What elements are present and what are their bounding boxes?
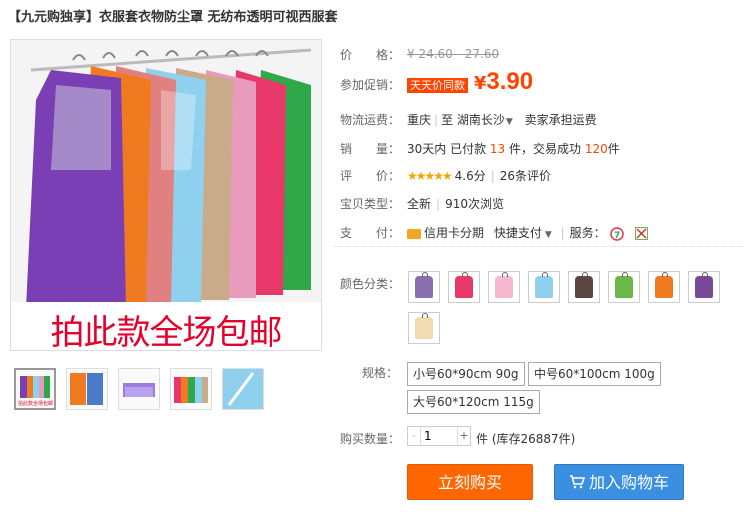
garment-bag-icon [575, 272, 593, 298]
active-thumbnail-indicator [34, 368, 46, 369]
promotion-label: 参加促销： [340, 78, 401, 92]
quantity-input[interactable] [422, 427, 460, 445]
thumbnail-4[interactable] [170, 368, 212, 410]
credit-card-icon [407, 228, 421, 239]
color-swatch[interactable] [688, 271, 720, 303]
view-count: 910次浏览 [445, 197, 504, 211]
service-label: 服务： [569, 226, 606, 240]
quantity-stepper: - + [407, 426, 471, 446]
cart-icon [569, 475, 586, 489]
color-swatch[interactable] [528, 271, 560, 303]
add-to-cart-label: 加入购物车 [588, 473, 669, 492]
buy-now-button[interactable]: 立刻购买 [407, 464, 533, 500]
review-count-link[interactable]: 26条评价 [500, 169, 551, 183]
garment-bags-illustration [11, 40, 321, 350]
size-option-small[interactable]: 小号60*90cm 90g [407, 362, 525, 386]
color-swatch[interactable] [648, 271, 680, 303]
shipping-fee: 卖家承担运费 [524, 113, 597, 127]
product-title: 【九元购独享】衣服套衣物防尘罩 无纺布透明可视西服套 [8, 10, 338, 25]
quick-pay[interactable]: 快捷支付 [494, 226, 542, 240]
thumbnail-1[interactable]: 拍此款全场包邮 [14, 368, 56, 410]
rating-row: ★★★★★ 4.6分 | 26条评价 [407, 169, 552, 183]
garment-bag-icon [655, 272, 673, 298]
thumbnail-3[interactable] [118, 368, 160, 410]
ship-to-prefix: 至 [441, 113, 454, 127]
quantity-label: 购买数量： [340, 432, 401, 446]
garment-bag-icon [415, 313, 433, 339]
quantity-increase-button[interactable]: + [457, 427, 470, 445]
add-to-cart-button[interactable]: 加入购物车 [554, 464, 684, 500]
size-label: 规格： [362, 366, 399, 380]
color-swatch[interactable] [568, 271, 600, 303]
thumbnail-2[interactable] [66, 368, 108, 410]
size-option-medium[interactable]: 中号60*100cm 100g [528, 362, 661, 386]
quantity-decrease-button[interactable]: - [408, 427, 421, 445]
garment-bag-icon [415, 272, 433, 298]
promotion-tag: 天天价同款 [407, 78, 468, 93]
garment-bag-icon [495, 272, 513, 298]
sales-label: 销 量： [340, 142, 401, 156]
svg-text:7: 7 [614, 231, 620, 241]
garment-bag-icon [695, 272, 713, 298]
shipping-row: 重庆 | 至 湖南长沙▼ 卖家承担运费 [407, 113, 597, 127]
guarantee-icon[interactable] [635, 227, 649, 240]
rating-label: 评 价： [340, 169, 401, 183]
seven-day-return-icon[interactable]: 7 [609, 226, 624, 241]
payment-label: 支 付： [340, 226, 401, 240]
credit-installment[interactable]: 信用卡分期 [424, 226, 484, 240]
sales-unit-suffix: 件 [607, 142, 620, 156]
color-swatch[interactable] [488, 271, 520, 303]
sales-prefix: 30天内 已付款 [407, 142, 487, 156]
garment-bag-icon [535, 272, 553, 298]
garment-bag-icon [455, 272, 473, 298]
sales-row: 30天内 已付款 13 件，交易成功 120件 [407, 140, 620, 157]
shipping-label: 物流运费： [340, 113, 401, 127]
color-swatch[interactable] [408, 271, 440, 303]
ship-to-location[interactable]: 湖南长沙 [457, 113, 505, 127]
promotion-row: 天天价同款 ¥3.90 [407, 68, 533, 96]
section-divider [333, 246, 744, 247]
condition-row: 全新 | 910次浏览 [407, 197, 504, 211]
thumbnail-1-promo-text: 拍此款全场包邮 [18, 401, 54, 407]
rating-score: 4.6分 [454, 169, 486, 183]
sales-unit-text: 件，交易成功 [509, 142, 582, 156]
main-image-promo-text: 拍此款全场包邮 [50, 313, 283, 351]
main-product-image[interactable]: 拍此款全场包邮 [10, 39, 322, 351]
condition-label: 宝贝类型： [340, 197, 401, 211]
sales-success-count: 120 [584, 142, 608, 156]
color-label: 颜色分类： [340, 277, 401, 291]
payment-row: 信用卡分期 快捷支付 ▼ | 服务： 7 [407, 224, 649, 241]
sales-paid-count: 13 [489, 142, 506, 156]
stock-info: 件 (库存26887件) [476, 432, 576, 446]
ship-to-dropdown-icon[interactable]: ▼ [506, 117, 513, 127]
promotion-price: 3.90 [486, 68, 534, 95]
color-swatch[interactable] [448, 271, 480, 303]
garment-bag-icon [615, 272, 633, 298]
promotion-currency: ¥ [473, 73, 487, 94]
price-label: 价 格： [340, 48, 401, 62]
thumbnail-5[interactable] [222, 368, 264, 410]
condition-value: 全新 [407, 197, 432, 211]
color-swatch[interactable] [608, 271, 640, 303]
size-option-large[interactable]: 大号60*120cm 115g [407, 390, 540, 414]
rating-stars-icon: ★★★★★ [407, 169, 453, 183]
color-swatch[interactable] [408, 312, 440, 344]
original-price: ¥ 24.60 - 27.60 [407, 47, 500, 61]
ship-from: 重庆 [407, 113, 432, 127]
quick-pay-dropdown-icon[interactable]: ▼ [545, 230, 552, 240]
